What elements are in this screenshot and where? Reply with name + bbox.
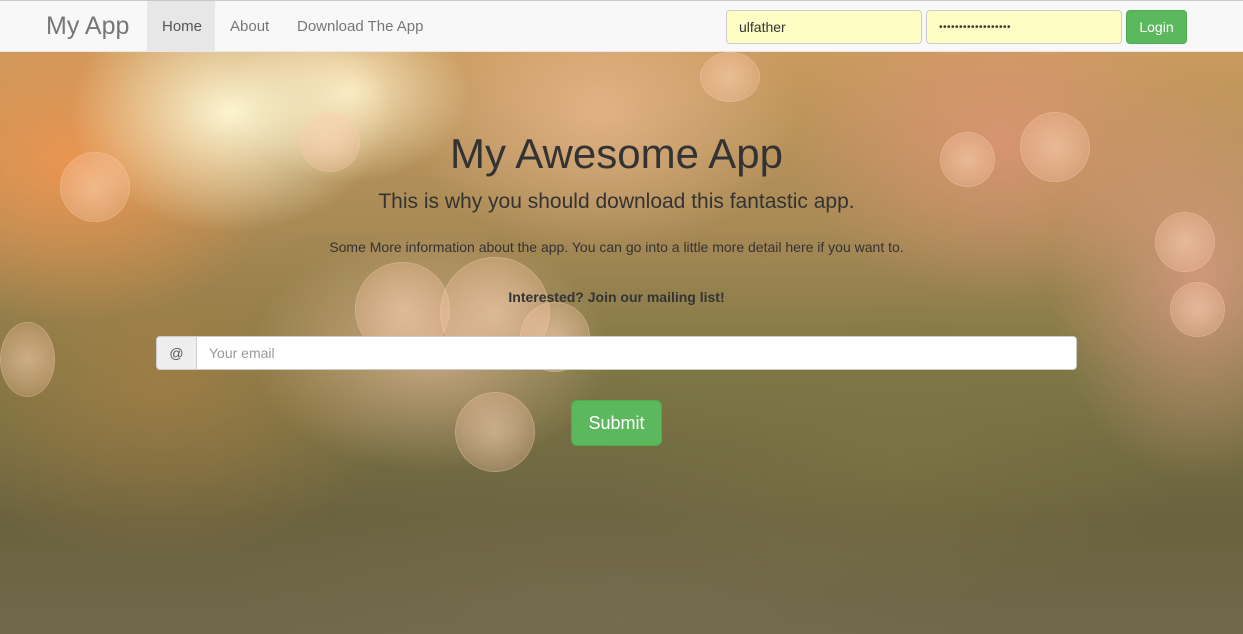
navbar: My App Home About Download The App Login (0, 0, 1243, 52)
hero-info-text: Some More information about the app. You… (329, 239, 904, 255)
bokeh-decoration (700, 52, 760, 102)
login-button[interactable]: Login (1126, 10, 1187, 44)
username-input[interactable] (726, 10, 922, 44)
nav-link-home[interactable]: Home (147, 1, 215, 52)
bokeh-decoration (0, 322, 55, 397)
hero-title: My Awesome App (449, 130, 784, 177)
password-input[interactable] (926, 10, 1122, 44)
email-input-group: @ (156, 336, 1077, 370)
nav-link-download[interactable]: Download The App (282, 1, 438, 52)
mailing-list-prompt: Interested? Join our mailing list! (508, 289, 725, 305)
submit-button[interactable]: Submit (571, 400, 662, 446)
email-input[interactable] (196, 336, 1077, 370)
hero-subtitle: This is why you should download this fan… (378, 190, 855, 213)
brand-link[interactable]: My App (31, 1, 144, 52)
nav-link-about[interactable]: About (215, 1, 284, 52)
at-sign-addon: @ (156, 336, 196, 370)
bokeh-decoration (455, 392, 535, 472)
